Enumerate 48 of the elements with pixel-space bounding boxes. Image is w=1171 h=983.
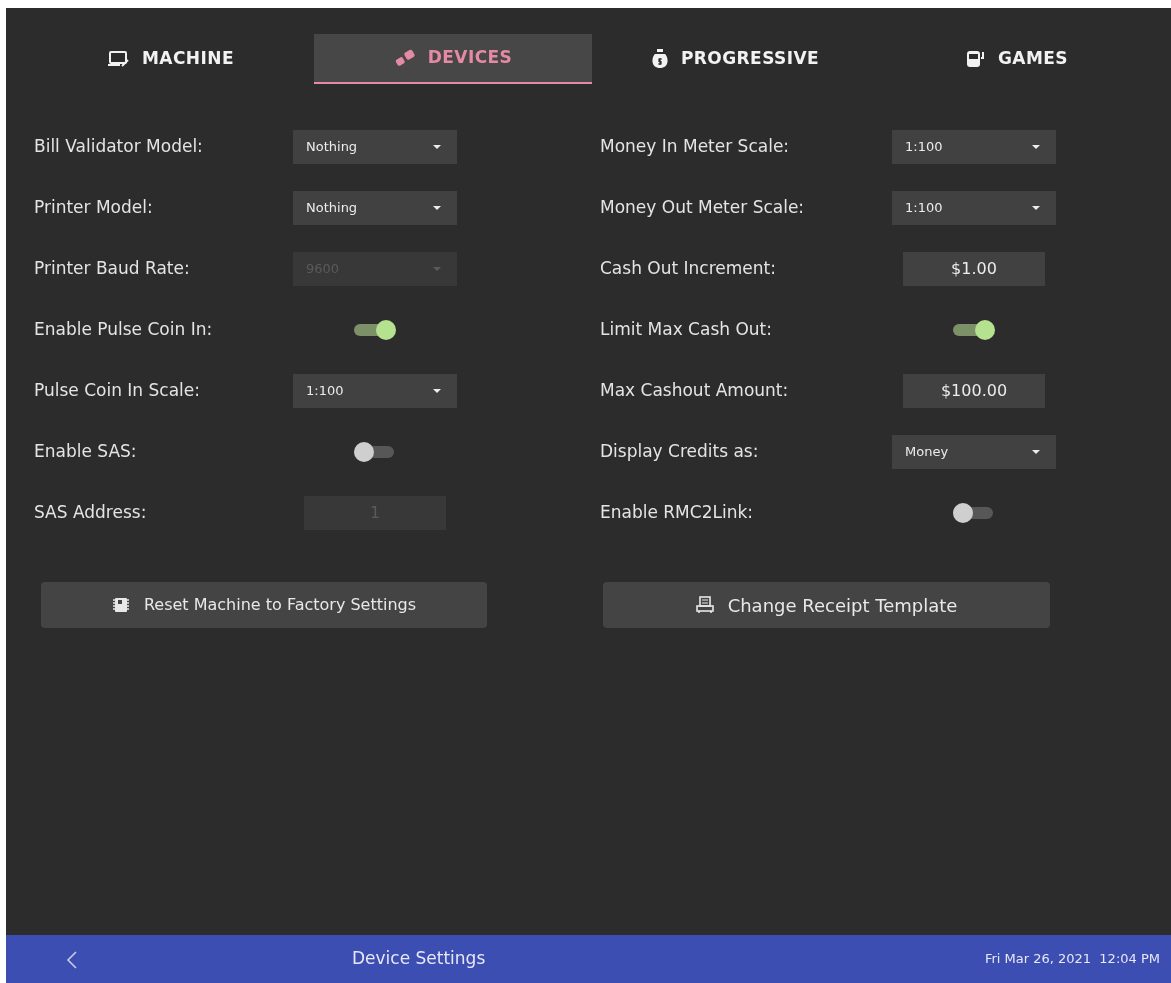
tab[interactable]: DEVICES (314, 34, 592, 84)
screen-title: Device Settings (352, 947, 486, 971)
setting-label: Money In Meter Scale: (600, 135, 791, 159)
setting-label: Printer Baud Rate: (34, 257, 191, 281)
tab[interactable]: PROGRESSIVE (596, 34, 874, 84)
toggle-switch[interactable] (354, 320, 396, 340)
reset-button[interactable]: Reset Machine to Factory Settings (41, 582, 487, 628)
dropdown[interactable]: Nothing (293, 191, 457, 225)
setting-label: Money Out Meter Scale: (600, 196, 806, 220)
setting-label: Enable RMC2Link: (600, 501, 755, 525)
setting-label: Limit Max Cash Out: (600, 318, 773, 342)
dropdown[interactable]: 1:100 (293, 374, 457, 408)
caret-icon (432, 266, 442, 272)
receipt-template-button[interactable]: Change Receipt Template (603, 582, 1050, 628)
money-bag-icon (650, 49, 669, 69)
setting-label: Max Cashout Amount: (600, 379, 790, 403)
back-icon[interactable] (66, 950, 78, 970)
laptop-icon (108, 50, 131, 68)
setting-label: Bill Validator Model: (34, 135, 204, 159)
tab[interactable]: MACHINE (32, 34, 310, 84)
printer-icon (695, 596, 714, 614)
dropdown[interactable]: 1:100 (892, 191, 1056, 225)
setting-label: Printer Model: (34, 196, 154, 220)
toggle-switch[interactable] (953, 320, 995, 340)
caret-icon (432, 205, 442, 211)
input-field[interactable]: $100.00 (903, 374, 1045, 408)
slot-machine-icon (966, 50, 986, 68)
dropdown[interactable]: Nothing (293, 130, 457, 164)
plug-icon (393, 49, 416, 67)
tab[interactable]: GAMES (878, 34, 1156, 84)
date-time: Fri Mar 26, 2021 12:04 PM (984, 950, 1160, 969)
setting-label: Enable Pulse Coin In: (34, 318, 214, 342)
sd-card-icon (111, 597, 130, 613)
caret-icon (1031, 449, 1041, 455)
input-field[interactable]: $1.00 (903, 252, 1045, 286)
setting-label: SAS Address: (34, 501, 148, 525)
caret-icon (1031, 205, 1041, 211)
setting-label: Display Credits as: (600, 440, 760, 464)
caret-icon (432, 144, 442, 150)
setting-label: Enable SAS: (34, 440, 138, 464)
setting-label: Pulse Coin In Scale: (34, 379, 201, 403)
toggle-switch[interactable] (953, 503, 995, 523)
dropdown[interactable]: 1:100 (892, 130, 1056, 164)
dropdown[interactable]: Money (892, 435, 1056, 469)
caret-icon (1031, 144, 1041, 150)
setting-label: Cash Out Increment: (600, 257, 777, 281)
toggle-switch[interactable] (354, 442, 396, 462)
caret-icon (432, 388, 442, 394)
